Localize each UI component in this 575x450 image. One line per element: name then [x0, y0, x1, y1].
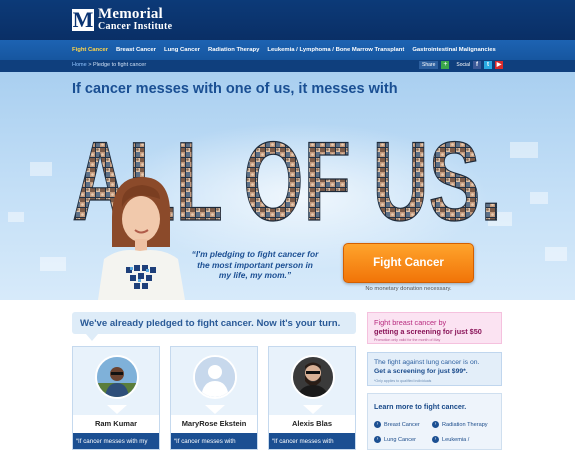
- avatar-bubble-tail: [107, 405, 127, 414]
- learn-link-radiation-therapy[interactable]: › Radiation Therapy: [432, 421, 488, 428]
- spokesperson-photo: [98, 177, 185, 300]
- hero-quote: “I'm pledging to fight cancer for the mo…: [191, 249, 319, 280]
- promo-lung-line2: Get a screening for just $99*.: [374, 368, 468, 375]
- avatar: [193, 355, 237, 399]
- learn-link-label: Radiation Therapy: [442, 421, 488, 428]
- logo-text: Memorial Cancer Institute: [98, 7, 172, 32]
- learn-link-breast-cancer[interactable]: › Breast Cancer: [374, 421, 420, 428]
- twitter-icon[interactable]: t: [484, 61, 492, 69]
- breadcrumb-home-link[interactable]: Home: [72, 62, 87, 68]
- nav-item-radiation-therapy[interactable]: Radiation Therapy: [208, 47, 259, 53]
- cta-note: No monetary donation necessary.: [365, 286, 452, 292]
- hero: If cancer messes with one of us, it mess…: [0, 72, 575, 300]
- lung-screening-promo[interactable]: The fight against lung cancer is on. Get…: [367, 352, 502, 386]
- card-name: MaryRose Ekstein: [181, 419, 247, 428]
- avatar-bubble-tail: [303, 405, 323, 414]
- avatar-bubble-tail: [205, 405, 225, 414]
- card-name: Ram Kumar: [94, 419, 138, 428]
- promo-breast-line2: getting a screening for just $50: [374, 327, 482, 336]
- nav-item-lung-cancer[interactable]: Lung Cancer: [164, 47, 200, 53]
- arrow-right-icon: ›: [374, 421, 381, 428]
- card-quote-strip: “If cancer messes with: [171, 433, 257, 449]
- logo-mark: M: [72, 6, 94, 32]
- learn-link-lung-cancer[interactable]: › Lung Cancer: [374, 436, 416, 443]
- learn-more-box: Learn more to fight cancer. › Breast Can…: [367, 393, 502, 450]
- social-label: Social: [456, 62, 470, 68]
- promo-breast-line1: Fight breast cancer by: [374, 318, 447, 327]
- main-nav: Fight Cancer Breast Cancer Lung Cancer R…: [0, 40, 575, 60]
- promo-breast-note: Promotion only valid for the month of Ma…: [374, 338, 441, 342]
- learn-more-title: Learn more to fight cancer.: [374, 402, 467, 411]
- breadcrumb-bar: Home > Pledge to fight cancer Share + So…: [0, 60, 575, 72]
- learn-link-label: Breast Cancer: [384, 421, 420, 428]
- card-quote: “If cancer messes with: [174, 438, 236, 445]
- arrow-right-icon: ›: [432, 421, 439, 428]
- facebook-icon[interactable]: f: [473, 61, 481, 69]
- default-avatar-icon: [195, 357, 235, 397]
- learn-link-label: Leukemia /: [442, 436, 470, 443]
- page: M Memorial Cancer Institute Fight Cancer…: [0, 0, 575, 450]
- arrow-right-icon: ›: [374, 436, 381, 443]
- avatar-photo: [97, 357, 137, 397]
- promo-lung-note: *Only applies to qualified individuals: [374, 379, 432, 383]
- card-quote-strip: “If cancer messes with: [269, 433, 355, 449]
- learn-link-leukemia[interactable]: › Leukemia /: [432, 436, 469, 443]
- breast-screening-promo[interactable]: Fight breast cancer by getting a screeni…: [367, 312, 502, 344]
- social-bar: Share + Social f t ▶: [419, 61, 503, 69]
- nav-item-breast-cancer[interactable]: Breast Cancer: [116, 47, 156, 53]
- pledge-pointer: [86, 334, 98, 341]
- logo[interactable]: M Memorial Cancer Institute: [72, 7, 172, 32]
- nav-item-leukemia[interactable]: Leukemia / Lymphoma / Bone Marrow Transp…: [267, 47, 404, 53]
- card-name: Alexis Blas: [291, 419, 333, 428]
- nav-items: Fight Cancer Breast Cancer Lung Cancer R…: [72, 40, 504, 60]
- site-header: M Memorial Cancer Institute: [0, 0, 575, 40]
- card-quote-strip: “If cancer messes with my: [73, 433, 159, 449]
- promo-lung-line1: The fight against lung cancer is on.: [374, 359, 480, 366]
- avatar: [95, 355, 139, 399]
- share-plus-icon[interactable]: +: [441, 61, 450, 69]
- pledge-card[interactable]: Alexis Blas “If cancer messes with: [268, 346, 356, 450]
- learn-link-label: Lung Cancer: [384, 436, 417, 443]
- logo-name: Memorial: [98, 6, 163, 22]
- card-quote: “If cancer messes with my: [76, 438, 148, 445]
- breadcrumb: Home > Pledge to fight cancer: [72, 62, 146, 68]
- avatar-photo: [293, 357, 333, 397]
- logo-subname: Cancer Institute: [98, 21, 173, 32]
- nav-item-fight-cancer[interactable]: Fight Cancer: [72, 47, 108, 53]
- share-button[interactable]: Share: [419, 61, 439, 69]
- youtube-icon[interactable]: ▶: [495, 61, 503, 69]
- card-quote: “If cancer messes with: [272, 438, 334, 445]
- arrow-right-icon: ›: [432, 436, 439, 443]
- breadcrumb-current: Pledge to fight cancer: [92, 62, 147, 68]
- avatar: [291, 355, 335, 399]
- pledge-card[interactable]: MaryRose Ekstein “If cancer messes with: [170, 346, 258, 450]
- fight-cancer-button[interactable]: Fight Cancer: [343, 243, 474, 283]
- pledge-card[interactable]: Ram Kumar “If cancer messes with my: [72, 346, 160, 450]
- nav-item-gastrointestinal[interactable]: Gastrointestinal Malignancies: [412, 47, 495, 53]
- pledge-title: We've already pledged to fight cancer. N…: [80, 318, 341, 329]
